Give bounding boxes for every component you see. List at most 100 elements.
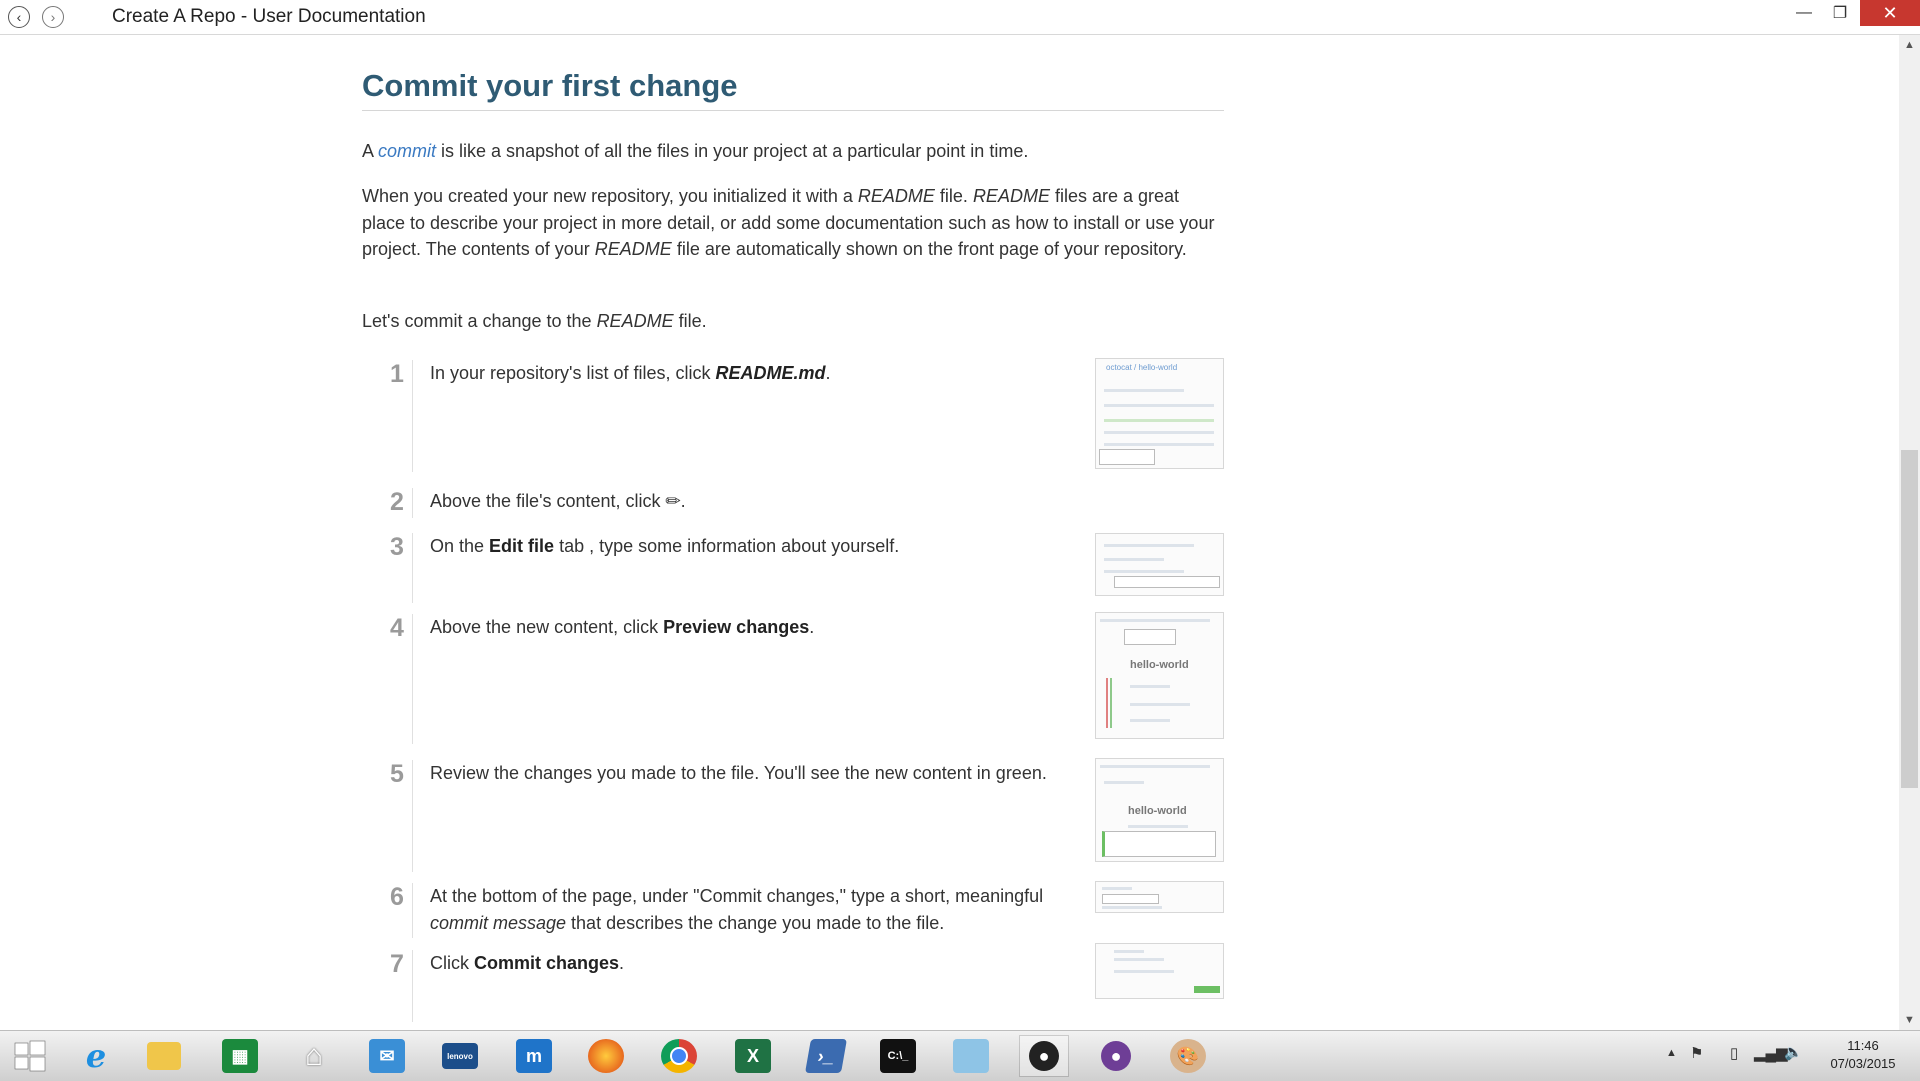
maximize-button[interactable]: ❐ — [1822, 0, 1858, 26]
readme-file-name: README.md — [715, 363, 826, 383]
notepad-icon[interactable] — [947, 1036, 995, 1076]
step-1-screenshot[interactable]: octocat / hello-world — [1095, 358, 1224, 469]
step-text: Click Commit changes. — [430, 950, 1080, 977]
back-arrow-icon[interactable]: ‹ — [8, 6, 30, 28]
text: Let's commit a change to the — [362, 311, 597, 331]
step-divider — [412, 614, 413, 744]
step-text: Above the new content, click Preview cha… — [430, 614, 1080, 641]
step-5-screenshot[interactable]: hello-world — [1095, 758, 1224, 862]
step-divider — [412, 488, 413, 518]
commit-message-term: commit message — [430, 912, 567, 933]
chrome-icon[interactable] — [655, 1036, 703, 1076]
mail-icon[interactable]: ✉ — [363, 1036, 411, 1076]
paint-icon[interactable]: 🎨 — [1164, 1036, 1212, 1076]
step-divider — [412, 883, 413, 938]
readme-term: README — [857, 186, 935, 206]
step-7-screenshot[interactable] — [1095, 943, 1224, 999]
text: Above the new content, click — [430, 617, 664, 637]
thumb-title: hello-world — [1130, 659, 1189, 671]
text: Click — [430, 953, 474, 973]
window-titlebar: ‹ › Create A Repo - User Documentation —… — [0, 0, 1920, 35]
step-text: At the bottom of the page, under "Commit… — [430, 883, 1080, 936]
store-icon[interactable]: ▦ — [216, 1036, 264, 1076]
lenovo-monitor-icon[interactable]: lenovo — [436, 1036, 484, 1076]
step-divider — [412, 760, 413, 872]
intro-prefix: A — [362, 141, 374, 161]
step-number: 7 — [390, 950, 404, 978]
commit-changes-button-name: Commit changes — [474, 953, 620, 973]
text: . — [809, 617, 815, 637]
clock[interactable]: 11:46 07/03/2015 — [1808, 1037, 1918, 1073]
step-number: 3 — [390, 533, 404, 561]
powershell-icon[interactable]: ›_ — [802, 1036, 850, 1076]
readme-term: README — [594, 239, 672, 259]
github-desktop-icon[interactable]: ● — [1092, 1036, 1140, 1076]
step-number: 1 — [390, 360, 404, 388]
step-number: 2 — [390, 488, 404, 516]
text: that describes the change you made to th… — [566, 912, 945, 933]
text: . — [825, 363, 831, 383]
article-content: Commit your first change A commit is lik… — [362, 68, 1224, 1022]
text: Above the file's content, click — [430, 491, 666, 511]
excel-icon[interactable]: X — [729, 1036, 777, 1076]
intro-paragraph: A commit is like a snapshot of all the f… — [362, 138, 1028, 165]
text: Review the changes you made to the file.… — [430, 763, 1047, 783]
action-center-flag-icon[interactable]: ⚑ — [1690, 1044, 1703, 1062]
show-hidden-icons-icon[interactable]: ▲ — [1666, 1047, 1677, 1059]
scrollbar-thumb[interactable] — [1901, 450, 1918, 788]
step-number: 6 — [390, 883, 404, 911]
firefox-icon[interactable] — [582, 1036, 630, 1076]
step-4-screenshot[interactable]: hello-world — [1095, 612, 1224, 739]
step-number: 4 — [390, 614, 404, 642]
close-button[interactable]: ✕ — [1860, 0, 1920, 26]
text: At the bottom of the page, under "Commit… — [430, 886, 1044, 906]
page-title: Commit your first change — [362, 68, 1224, 111]
scroll-up-icon[interactable]: ▲ — [1899, 39, 1920, 51]
network-signal-icon[interactable]: ▂▄▆ — [1754, 1044, 1788, 1062]
home-icon[interactable]: ⌂ — [290, 1036, 338, 1076]
step-text: On the Edit file tab , type some informa… — [430, 533, 1080, 560]
file-explorer-icon[interactable] — [140, 1036, 188, 1076]
readme-paragraph: When you created your new repository, yo… — [362, 183, 1224, 263]
forward-arrow-icon[interactable]: › — [42, 6, 64, 28]
scroll-down-icon[interactable]: ▼ — [1899, 1014, 1920, 1026]
text: When you created your new repository, yo… — [362, 186, 858, 206]
intro-suffix: is like a snapshot of all the files in y… — [436, 141, 1029, 161]
text: On the — [430, 536, 490, 556]
thumb-title: octocat / hello-world — [1106, 363, 1178, 372]
commit-link[interactable]: commit — [378, 141, 436, 161]
minimize-button[interactable]: — — [1786, 0, 1822, 26]
clock-date: 07/03/2015 — [1830, 1056, 1896, 1071]
internet-explorer-icon[interactable]: e — [72, 1036, 120, 1076]
text: file. — [673, 311, 707, 331]
volume-icon[interactable]: 🔈 — [1784, 1043, 1803, 1061]
clock-time: 11:46 — [1847, 1038, 1879, 1053]
windows-start-icon[interactable] — [6, 1036, 54, 1076]
text: file are automatically shown on the fron… — [671, 239, 1187, 259]
step-divider — [412, 360, 413, 472]
battery-icon[interactable]: ▯ — [1730, 1044, 1738, 1062]
step-3-screenshot[interactable] — [1095, 533, 1224, 596]
text: In your repository's list of files, clic… — [430, 363, 716, 383]
preview-changes-tab-name: Preview changes — [663, 617, 810, 637]
system-tray: ▲ ⚑ ▯ ▂▄▆ 🔈 — [1660, 1031, 1830, 1081]
github-icon[interactable]: ● — [1019, 1035, 1069, 1077]
readme-term: README — [596, 311, 674, 331]
step-text: Above the file's content, click ✎. — [430, 488, 1080, 515]
step-6-screenshot[interactable] — [1095, 881, 1224, 913]
lets-commit-paragraph: Let's commit a change to the README file… — [362, 308, 707, 335]
text: . — [619, 953, 625, 973]
command-prompt-icon[interactable]: C:\_ — [874, 1036, 922, 1076]
readme-term: README — [972, 186, 1050, 206]
text: tab , type some information about yourse… — [554, 536, 900, 556]
window-title: Create A Repo - User Documentation — [112, 6, 426, 27]
text: file. — [934, 186, 973, 206]
windows-taskbar: e ▦ ⌂ ✉ lenovo m X ›_ C:\_ ● ● 🎨 ▲ ⚑ ▯ ▂… — [0, 1030, 1920, 1081]
edit-file-tab-name: Edit file — [489, 536, 555, 556]
vertical-scrollbar[interactable]: ▲ ▼ — [1899, 35, 1920, 1030]
thumb-title: hello-world — [1128, 805, 1187, 817]
step-divider — [412, 533, 413, 603]
maxthon-icon[interactable]: m — [510, 1036, 558, 1076]
step-divider — [412, 950, 413, 1022]
step-text: Review the changes you made to the file.… — [430, 760, 1080, 787]
